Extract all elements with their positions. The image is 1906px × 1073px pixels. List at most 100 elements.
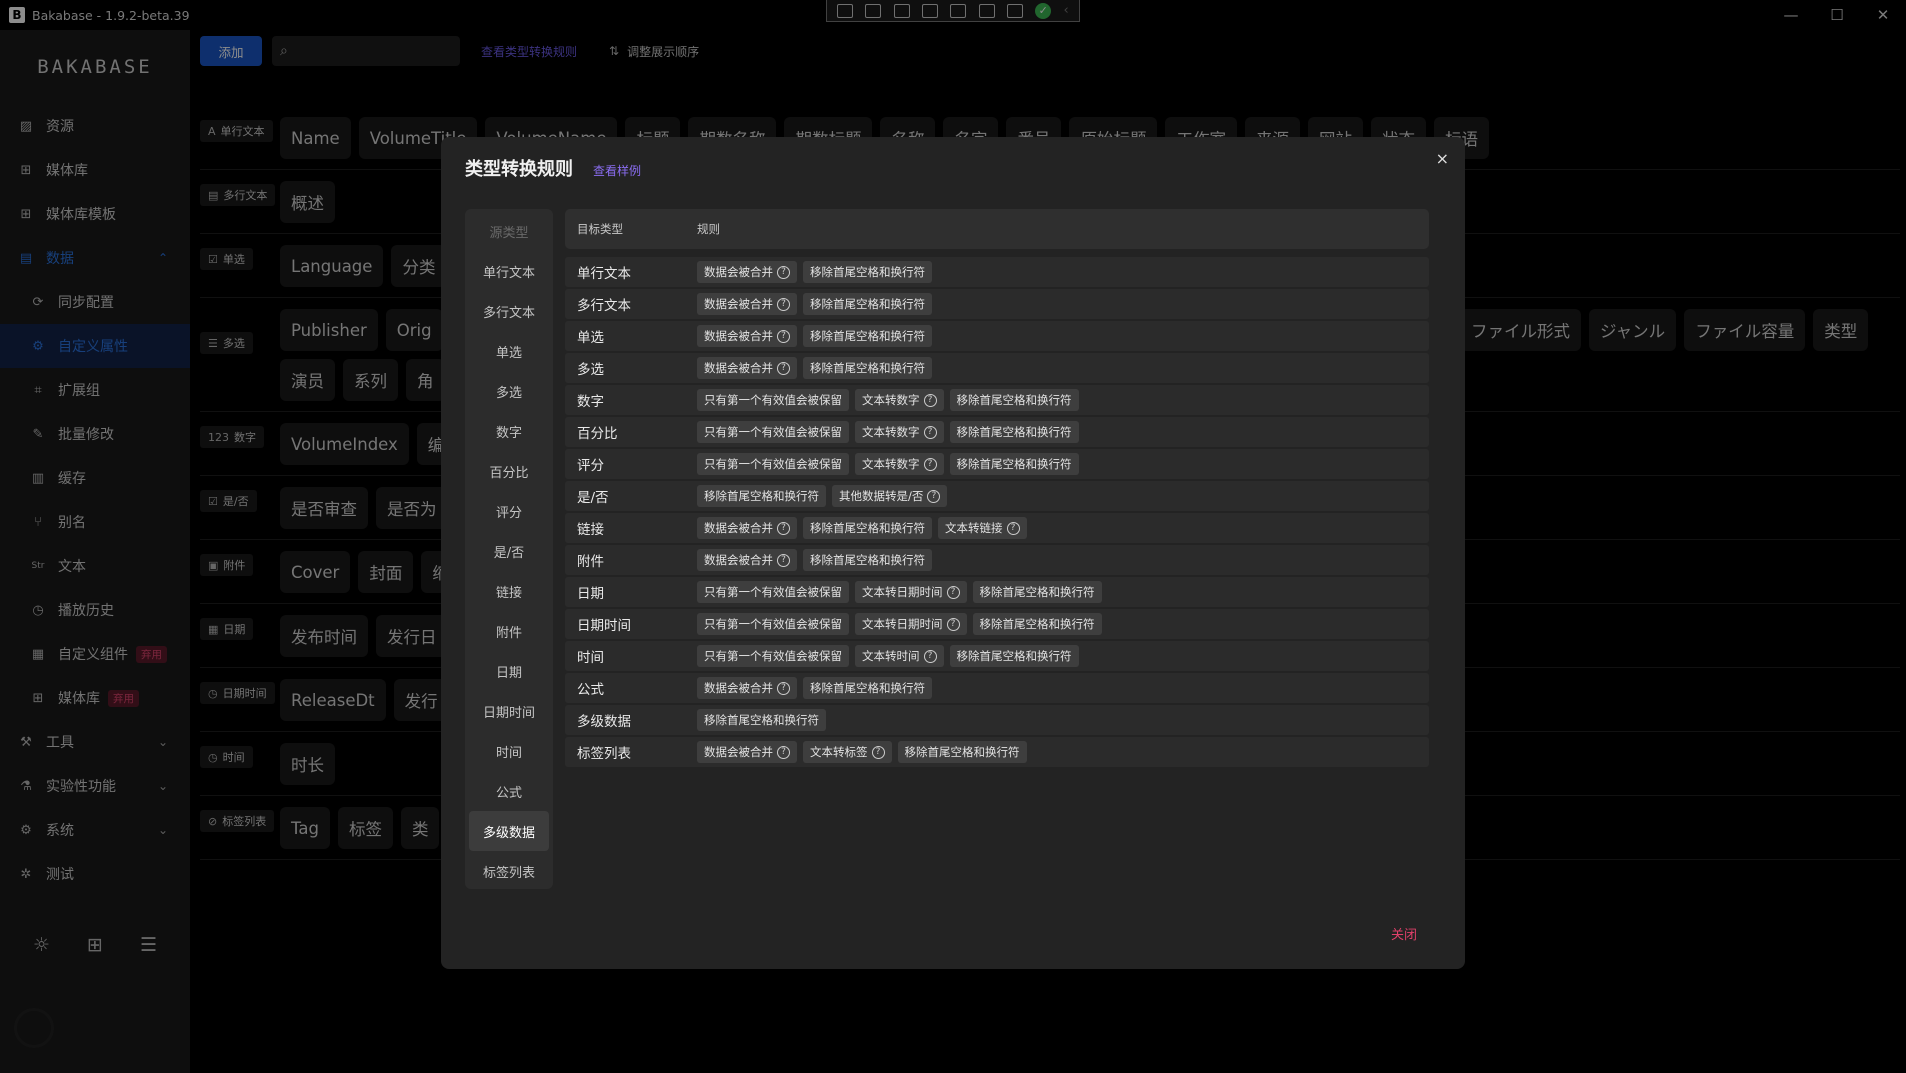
source-type-item[interactable]: 日期时间: [465, 691, 553, 731]
rule-row: 百分比 只有第一个有效值会被保留 文本转数字? 移除首尾空格和换行符: [565, 417, 1429, 447]
rule-tag: 移除首尾空格和换行符: [972, 581, 1102, 603]
rule-row: 时间 只有第一个有效值会被保留 文本转时间? 移除首尾空格和换行符: [565, 641, 1429, 671]
rule-row: 日期 只有第一个有效值会被保留 文本转日期时间? 移除首尾空格和换行符: [565, 577, 1429, 607]
view-examples-link[interactable]: 查看样例: [593, 162, 641, 179]
source-type-item[interactable]: 百分比: [465, 451, 553, 491]
rule-tag: 移除首尾空格和换行符: [803, 517, 932, 539]
source-type-item[interactable]: 评分: [465, 491, 553, 531]
help-icon[interactable]: ?: [1006, 521, 1020, 535]
rule-tag-text: 移除首尾空格和换行符: [810, 553, 925, 567]
rule-tag: 数据会被合并?: [697, 357, 797, 379]
source-type-item[interactable]: 多选: [465, 371, 553, 411]
rule-tag: 数据会被合并?: [697, 549, 797, 571]
help-icon[interactable]: ?: [927, 489, 941, 503]
help-icon[interactable]: ?: [777, 521, 790, 535]
rule-tag: 移除首尾空格和换行符: [949, 421, 1079, 443]
rule-tag: 移除首尾空格和换行符: [972, 613, 1102, 635]
rule-tag: 文本转日期时间?: [855, 613, 967, 635]
rule-tag-text: 移除首尾空格和换行符: [704, 489, 819, 503]
rule-tag: 移除首尾空格和换行符: [803, 261, 932, 283]
help-icon[interactable]: ?: [946, 585, 960, 599]
help-icon[interactable]: ?: [777, 297, 790, 311]
rule-target-type: 多行文本: [577, 298, 631, 314]
rule-tag-text: 文本转数字: [862, 457, 920, 471]
modal-title: 类型转换规则: [465, 159, 573, 180]
rules-table: 目标类型 规则 单行文本 数据会被合并? 移除首尾空格和换行符 多行文本 数据会被合并?…: [565, 209, 1429, 767]
rule-tag-text: 文本转数字: [862, 393, 920, 407]
rule-tag: 移除首尾空格和换行符: [803, 325, 932, 347]
rule-row: 是/否 移除首尾空格和换行符 其他数据转是/否?: [565, 481, 1429, 511]
rule-tag-text: 移除首尾空格和换行符: [810, 329, 925, 343]
rule-row: 单行文本 数据会被合并? 移除首尾空格和换行符: [565, 257, 1429, 287]
rule-row: 数字 只有第一个有效值会被保留 文本转数字? 移除首尾空格和换行符: [565, 385, 1429, 415]
rule-target-type: 日期时间: [577, 618, 631, 634]
rule-tag: 移除首尾空格和换行符: [697, 485, 826, 507]
rule-tag: 移除首尾空格和换行符: [949, 389, 1079, 411]
rule-tag: 文本转数字?: [855, 453, 944, 475]
rule-tag: 只有第一个有效值会被保留: [697, 581, 849, 603]
rule-tag-text: 数据会被合并: [704, 745, 773, 759]
source-type-list: 源类型 单行文本 多行文本 单选 多选 数字 百分比 评分 是/否 链接 附件 日期 日期时间 时间 公式…: [465, 209, 553, 889]
source-type-item[interactable]: 数字: [465, 411, 553, 451]
source-type-item[interactable]: 多行文本: [465, 291, 553, 331]
source-type-item[interactable]: 附件: [465, 611, 553, 651]
rule-tag: 只有第一个有效值会被保留: [697, 421, 849, 443]
close-button[interactable]: 关闭: [1391, 924, 1417, 943]
help-icon[interactable]: ?: [777, 681, 790, 695]
rule-tag-text: 数据会被合并: [704, 553, 773, 567]
rules-header: 目标类型 规则: [565, 209, 1429, 249]
help-icon[interactable]: ?: [777, 361, 790, 375]
rule-row: 评分 只有第一个有效值会被保留 文本转数字? 移除首尾空格和换行符: [565, 449, 1429, 479]
source-type-item[interactable]: 多级数据: [469, 811, 549, 851]
source-type-item[interactable]: 日期: [465, 651, 553, 691]
rule-target-type: 是/否: [577, 490, 609, 506]
rule-tag: 数据会被合并?: [697, 677, 797, 699]
help-icon[interactable]: ?: [923, 457, 937, 471]
rule-tag: 文本转链接?: [938, 517, 1027, 539]
rule-row: 日期时间 只有第一个有效值会被保留 文本转日期时间? 移除首尾空格和换行符: [565, 609, 1429, 639]
rule-target-type: 链接: [577, 522, 604, 538]
conversion-rules-modal: 类型转换规则 查看样例 × 源类型 单行文本 多行文本 单选 多选 数字 百分比 评分 是/否…: [441, 137, 1465, 969]
rule-tag-text: 数据会被合并: [704, 265, 773, 279]
rule-target-type: 公式: [577, 682, 604, 698]
rule-tag: 移除首尾空格和换行符: [803, 357, 932, 379]
rule-target-type: 时间: [577, 650, 604, 666]
rule-tag: 文本转时间?: [855, 645, 944, 667]
help-icon[interactable]: ?: [777, 553, 790, 567]
help-icon[interactable]: ?: [777, 329, 790, 343]
rule-tag-text: 文本转数字: [862, 425, 920, 439]
rule-tag: 只有第一个有效值会被保留: [697, 613, 849, 635]
rule-row: 多选 数据会被合并? 移除首尾空格和换行符: [565, 353, 1429, 383]
source-type-item[interactable]: 单行文本: [465, 251, 553, 291]
rule-row: 附件 数据会被合并? 移除首尾空格和换行符: [565, 545, 1429, 575]
rule-tag-text: 移除首尾空格和换行符: [956, 393, 1072, 407]
source-type-item[interactable]: 公式: [465, 771, 553, 811]
rule-tag: 文本转日期时间?: [855, 581, 967, 603]
help-icon[interactable]: ?: [777, 745, 790, 759]
help-icon[interactable]: ?: [923, 649, 937, 663]
rule-row: 单选 数据会被合并? 移除首尾空格和换行符: [565, 321, 1429, 351]
help-icon[interactable]: ?: [923, 393, 937, 407]
help-icon[interactable]: ?: [871, 745, 885, 759]
close-icon[interactable]: ×: [1436, 149, 1449, 168]
rule-row: 多行文本 数据会被合并? 移除首尾空格和换行符: [565, 289, 1429, 319]
rule-tag: 文本转标签?: [803, 741, 892, 763]
rule-tag-text: 文本转标签: [810, 745, 868, 759]
rule-target-type: 日期: [577, 586, 604, 602]
rule-tag-text: 其他数据转是/否: [839, 489, 924, 503]
help-icon[interactable]: ?: [777, 265, 790, 279]
source-type-item[interactable]: 时间: [465, 731, 553, 771]
rule-tag-text: 移除首尾空格和换行符: [979, 617, 1095, 631]
help-icon[interactable]: ?: [923, 425, 937, 439]
source-type-item[interactable]: 链接: [465, 571, 553, 611]
rule-target-type: 多选: [577, 362, 604, 378]
rule-tag-text: 移除首尾空格和换行符: [810, 681, 925, 695]
rule-tag-text: 数据会被合并: [704, 329, 773, 343]
source-type-item[interactable]: 单选: [465, 331, 553, 371]
rule-tag-text: 数据会被合并: [704, 297, 773, 311]
help-icon[interactable]: ?: [946, 617, 960, 631]
source-type-item[interactable]: 标签列表: [465, 851, 553, 891]
rule-tag-text: 文本转日期时间: [862, 617, 943, 631]
rule-tag-text: 移除首尾空格和换行符: [810, 265, 925, 279]
source-type-item[interactable]: 是/否: [465, 531, 553, 571]
